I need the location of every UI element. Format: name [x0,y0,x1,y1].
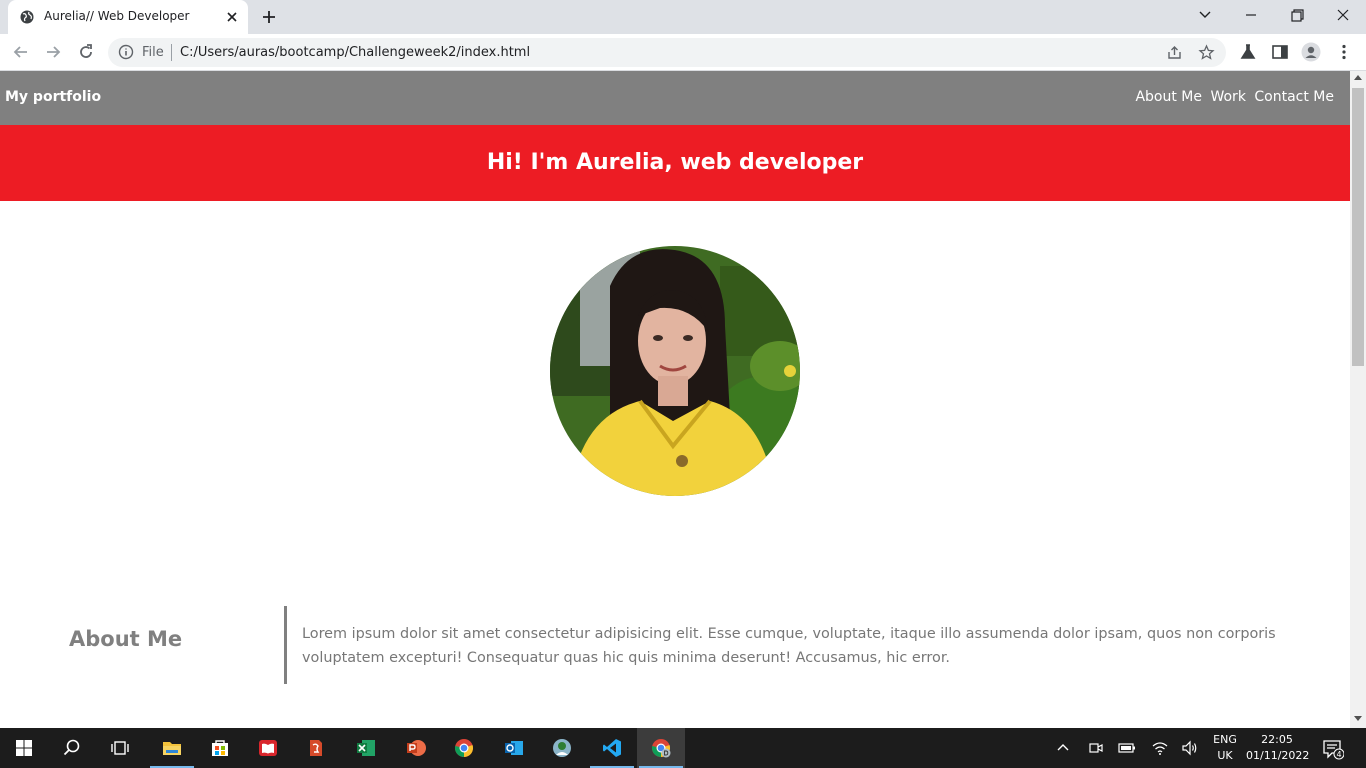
page-scrollbar[interactable] [1350,71,1366,728]
taskbar-vscode[interactable] [588,728,636,768]
about-me-text: Lorem ipsum dolor sit amet consectetur a… [302,626,1276,666]
app-icon [310,740,322,756]
menu-kebab-icon[interactable] [1334,42,1354,62]
hero-banner: Hi! I'm Aurelia, web developer [0,125,1350,201]
share-icon[interactable] [1166,44,1183,61]
chrome-icon [454,739,474,758]
taskbar-powerpoint[interactable] [392,728,440,768]
task-view-icon [111,741,129,755]
page-viewport: My portfolio About Me Work Contact Me Hi… [0,71,1350,728]
close-window-icon[interactable] [1329,4,1357,26]
info-icon[interactable] [118,44,134,60]
language-indicator[interactable]: ENG UK [1210,732,1240,764]
start-button[interactable] [0,728,48,768]
outlook-icon [505,741,523,755]
taskbar-file-explorer[interactable] [148,728,196,768]
taskbar-chrome[interactable] [440,728,488,768]
maps-icon [553,739,571,757]
site-nav-links: About Me Work Contact Me [1131,89,1334,105]
network-icon[interactable] [1150,738,1170,758]
tab-search-icon[interactable] [1191,4,1219,26]
url-separator [171,44,172,61]
taskbar-excel[interactable] [342,728,390,768]
clock-date: 01/11/2022 [1246,749,1310,762]
windows-taskbar: ENG UK 22:05 01/11/2022 4 [0,728,1366,768]
bookmark-star-icon[interactable] [1198,44,1215,61]
battery-icon[interactable] [1117,738,1137,758]
profile-avatar-icon[interactable] [1301,42,1321,62]
back-icon[interactable] [11,42,31,62]
show-hidden-icons-icon[interactable] [1053,738,1073,758]
scroll-down-arrow-icon[interactable] [1354,716,1362,721]
globe-icon [20,10,34,24]
minimize-icon[interactable] [1237,4,1265,26]
hero-title: Hi! I'm Aurelia, web developer [486,150,864,175]
store-icon [212,740,228,756]
url-text[interactable]: C:/Users/auras/bootcamp/Challengeweek2/i… [180,45,530,60]
vscode-icon [603,739,621,757]
side-panel-icon[interactable] [1270,42,1290,62]
windows-start-icon [16,740,32,756]
about-divider [284,606,287,684]
notification-center-icon[interactable]: 4 [1322,738,1344,760]
browser-tab-active[interactable]: Aurelia// Web Developer [8,0,248,34]
reader-icon [259,740,277,756]
about-me-heading: About Me [69,627,183,651]
taskbar-reader[interactable] [244,728,292,768]
keyboard-layout: UK [1217,749,1233,762]
volume-icon[interactable] [1180,738,1200,758]
language-code: ENG [1213,733,1237,746]
new-tab-icon[interactable] [258,6,280,28]
taskbar-app[interactable] [292,728,340,768]
meet-now-icon[interactable] [1086,738,1106,758]
browser-tab-strip: Aurelia// Web Developer [0,0,1366,34]
taskbar-outlook[interactable] [490,728,538,768]
browser-toolbar: File C:/Users/auras/bootcamp/Challengewe… [0,34,1366,71]
taskbar-chrome-dev[interactable] [637,728,685,768]
forward-icon[interactable] [43,42,63,62]
restore-icon[interactable] [1283,4,1311,26]
task-view-button[interactable] [96,728,144,768]
address-bar[interactable]: File C:/Users/auras/bootcamp/Challengewe… [108,38,1226,67]
site-brand[interactable]: My portfolio [5,89,101,105]
nav-link-work[interactable]: Work [1210,89,1245,105]
chrome-dev-icon [651,739,671,758]
taskbar-search-button[interactable] [48,728,96,768]
nav-link-about-me[interactable]: About Me [1135,89,1202,105]
scroll-up-arrow-icon[interactable] [1354,75,1362,80]
close-tab-icon[interactable] [224,9,240,25]
url-scheme: File [142,45,164,60]
nav-link-contact-me[interactable]: Contact Me [1254,89,1334,105]
system-clock[interactable]: 22:05 01/11/2022 [1246,732,1310,764]
tab-title: Aurelia// Web Developer [44,9,190,23]
search-icon [63,739,80,756]
clock-time: 22:05 [1261,733,1293,746]
labs-flask-icon[interactable] [1238,42,1258,62]
file-explorer-icon [163,742,181,755]
notification-count: 4 [1336,750,1341,759]
scrollbar-thumb[interactable] [1352,88,1364,366]
profile-photo [550,246,800,496]
site-navbar: My portfolio About Me Work Contact Me [0,71,1350,125]
reload-icon[interactable] [76,42,96,62]
taskbar-store[interactable] [196,728,244,768]
taskbar-maps[interactable] [538,728,586,768]
excel-icon [357,740,375,756]
powerpoint-icon [407,740,426,756]
